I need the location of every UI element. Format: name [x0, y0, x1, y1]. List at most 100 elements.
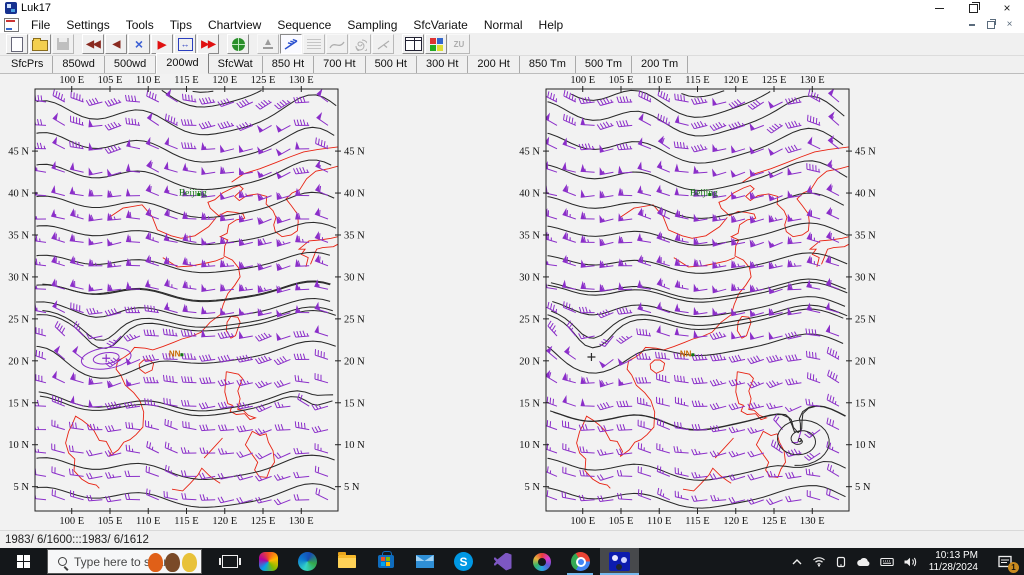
- coastline: [108, 204, 217, 239]
- chart-left[interactable]: Beijing NN 100 E 100 E 105 E 105 E 110 E 110 E 1…: [8, 75, 365, 527]
- menu-sampling[interactable]: Sampling: [339, 17, 405, 33]
- restore-button[interactable]: [956, 0, 990, 16]
- tray-onedrive-icon[interactable]: [856, 557, 871, 567]
- menu-sequence[interactable]: Sequence: [269, 17, 339, 33]
- menu-tools[interactable]: Tools: [118, 17, 162, 33]
- taskbar-vscode-button[interactable]: [483, 548, 522, 575]
- tray-volume-icon[interactable]: [903, 556, 917, 568]
- wind-barb: [826, 417, 840, 431]
- chart-right[interactable]: Beijing NN 100 E 100 E 105 E 105 E 110 E 110 E 1…: [519, 75, 876, 527]
- wind-barb: [618, 235, 633, 244]
- taskbar-task-view-button[interactable]: [210, 548, 249, 575]
- taskbar-file-explorer-button[interactable]: [327, 548, 366, 575]
- fit-window-button[interactable]: ↔: [174, 34, 196, 54]
- mdi-close-button[interactable]: ×: [1003, 19, 1016, 30]
- chart-canvas[interactable]: Beijing NN 100 E 100 E 105 E 105 E 110 E 110 E 1…: [0, 74, 1024, 530]
- taskbar-skype-button[interactable]: S: [444, 548, 483, 575]
- new-document-button[interactable]: [6, 34, 28, 54]
- wind-barb: [546, 136, 558, 150]
- save-button[interactable]: [52, 34, 74, 54]
- tab-700-ht[interactable]: 700 Ht: [314, 56, 366, 73]
- taskbar-office-button[interactable]: [522, 548, 561, 575]
- lon-label: 100 E: [59, 75, 84, 86]
- taskbar-copilot-button[interactable]: [249, 548, 288, 575]
- notification-center-button[interactable]: 1: [990, 548, 1020, 575]
- taskbar-luk17-button[interactable]: [600, 548, 639, 575]
- taskbar-store-button[interactable]: [366, 548, 405, 575]
- wind-barb: [125, 234, 141, 243]
- tab-300-ht[interactable]: 300 Ht: [417, 56, 469, 73]
- wind-barb: [807, 372, 821, 384]
- wind-barb: [163, 301, 178, 314]
- tab-850wd[interactable]: 850wd: [53, 56, 105, 73]
- skip-forward-button[interactable]: ▶▶: [197, 34, 219, 54]
- grid-lines-button[interactable]: [303, 34, 325, 54]
- station-flag-button[interactable]: [257, 34, 279, 54]
- tray-wifi-icon[interactable]: [812, 556, 826, 567]
- wind-barb-mode-button[interactable]: [280, 34, 302, 54]
- search-input[interactable]: Type here to search: [47, 549, 202, 574]
- split-view-button[interactable]: [402, 34, 424, 54]
- tab-sfcprs[interactable]: SfcPrs: [2, 56, 54, 73]
- streamline-button[interactable]: [326, 34, 348, 54]
- tray-hidden-icons-icon[interactable]: [791, 557, 803, 567]
- menu-file[interactable]: File: [23, 17, 58, 33]
- wind-barb: [104, 450, 122, 457]
- menu-settings[interactable]: Settings: [58, 17, 117, 33]
- wind-barb: [219, 235, 235, 245]
- mdi-child-icon[interactable]: [4, 17, 19, 32]
- lon-label: 110 E: [647, 516, 671, 527]
- skip-back-button[interactable]: ◀◀: [82, 34, 104, 54]
- menu-sfcvariate[interactable]: SfcVariate: [405, 17, 475, 33]
- tab-200-ht[interactable]: 200 Ht: [468, 56, 520, 73]
- chart-client-area: Beijing NN 100 E 100 E 105 E 105 E 110 E 110 E 1…: [0, 74, 1024, 530]
- globe-view-button[interactable]: [227, 34, 249, 54]
- menu-chartview[interactable]: Chartview: [200, 17, 269, 33]
- mdi-minimize-button[interactable]: [965, 19, 978, 30]
- lat-label: 5 N: [344, 482, 360, 493]
- tab-200wd[interactable]: 200wd: [156, 53, 209, 74]
- lon-label: 110 E: [136, 516, 160, 527]
- taskbar-edge-button[interactable]: [288, 548, 327, 575]
- wind-barb: [547, 320, 558, 337]
- wind-barb: [165, 89, 178, 103]
- station-dot: [180, 353, 184, 357]
- wind-barb: [691, 448, 708, 456]
- seasonal-art[interactable]: [148, 553, 197, 572]
- lon-label: 125 E: [251, 516, 276, 527]
- tray-touch-keyboard-icon[interactable]: [879, 557, 894, 567]
- close-button[interactable]: ×: [990, 0, 1024, 16]
- tab-200-tm[interactable]: 200 Tm: [632, 56, 689, 73]
- menu-tips[interactable]: Tips: [162, 17, 200, 33]
- wind-barb: [182, 280, 197, 290]
- zu-toggle-button[interactable]: ZU: [448, 34, 470, 54]
- vortex-tool-button[interactable]: [349, 34, 371, 54]
- tab-500-ht[interactable]: 500 Ht: [366, 56, 417, 73]
- start-button[interactable]: [0, 548, 47, 575]
- menu-help[interactable]: Help: [531, 17, 572, 33]
- mdi-restore-button[interactable]: [984, 18, 997, 30]
- wind-barb: [145, 183, 159, 197]
- wind-barb: [636, 328, 652, 337]
- lat-label: 35 N: [8, 230, 29, 241]
- wind-barb: [562, 466, 576, 477]
- tray-phone-link-icon[interactable]: [835, 556, 847, 568]
- taskbar-chrome-button[interactable]: [561, 548, 600, 575]
- tab-850-ht[interactable]: 850 Ht: [263, 56, 315, 73]
- trajectory-button[interactable]: [372, 34, 394, 54]
- minimize-button[interactable]: [922, 0, 956, 16]
- wind-barb: [88, 283, 103, 292]
- wind-barb: [656, 184, 670, 197]
- palette-button[interactable]: [425, 34, 447, 54]
- tab-sfcwat[interactable]: SfcWat: [209, 56, 263, 73]
- open-file-button[interactable]: [29, 34, 51, 54]
- tab-500wd[interactable]: 500wd: [105, 56, 157, 73]
- tab-500-tm[interactable]: 500 Tm: [576, 56, 633, 73]
- delete-frame-button[interactable]: ×: [128, 34, 150, 54]
- taskbar-mail-button[interactable]: [405, 548, 444, 575]
- play-forward-button[interactable]: ▶: [151, 34, 173, 54]
- tab-850-tm[interactable]: 850 Tm: [520, 56, 576, 73]
- tray-clock[interactable]: 10:13 PM 11/28/2024: [926, 550, 981, 574]
- menu-normal[interactable]: Normal: [476, 17, 531, 33]
- step-back-button[interactable]: ◀: [105, 34, 127, 54]
